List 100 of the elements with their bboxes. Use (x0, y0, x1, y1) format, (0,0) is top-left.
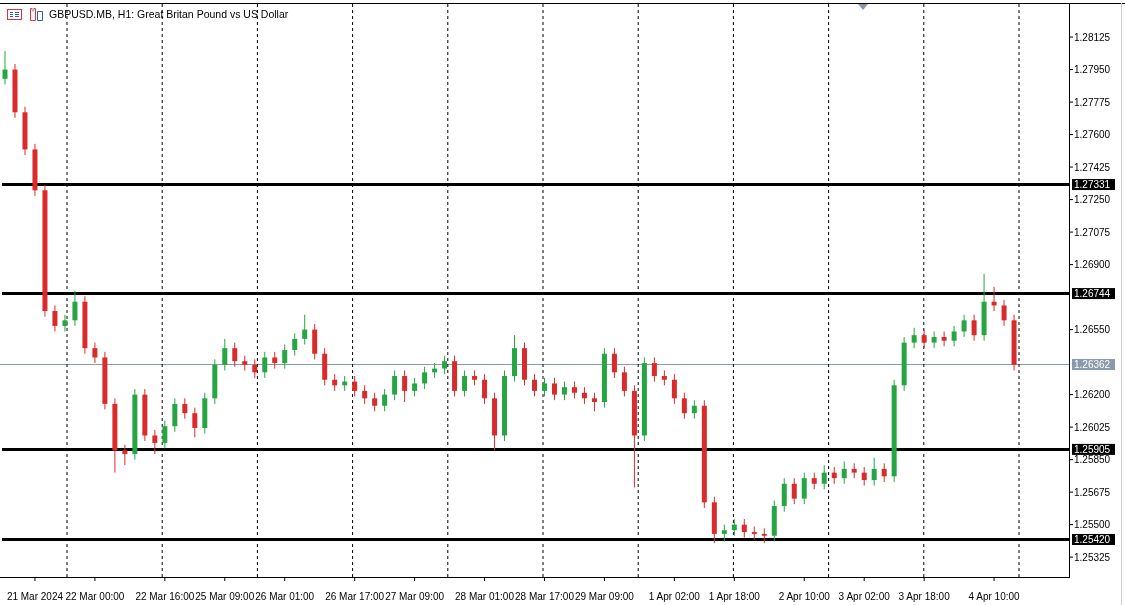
time-tick: 1 Apr 18:00 (708, 591, 760, 602)
time-tick: 28 Mar 01:00 (455, 591, 514, 602)
candle (901, 336, 907, 392)
chart-title: GBPUSD.MB, H1: Great Britan Pound vs US Dollar (49, 8, 289, 20)
candle (492, 392, 498, 451)
candle (651, 356, 657, 383)
list-icon[interactable] (7, 9, 22, 20)
time-tick: 28 Mar 17:00 (515, 591, 574, 602)
candle (362, 384, 368, 405)
candle (1001, 299, 1007, 327)
horizontal-line[interactable] (2, 292, 1069, 296)
price-tick: 1.25325 (1074, 551, 1111, 563)
time-tick: 2 Apr 10:00 (778, 591, 830, 602)
candle (871, 457, 877, 487)
chart-icon[interactable] (30, 7, 43, 21)
candle (102, 351, 108, 410)
candle (681, 392, 687, 420)
candle (82, 295, 88, 355)
candle (62, 314, 68, 332)
candle (392, 369, 398, 401)
candle (142, 388, 148, 442)
candle (122, 444, 128, 466)
candle (12, 63, 18, 119)
candle (202, 392, 208, 435)
candle (252, 358, 258, 379)
candle (462, 369, 468, 397)
candle (212, 358, 218, 405)
candle (232, 342, 238, 368)
price-tick: 1.26200 (1074, 389, 1111, 401)
candle (152, 429, 158, 455)
price-label: 1.27331 (1072, 179, 1115, 191)
candle (951, 325, 957, 347)
candle (172, 397, 178, 433)
candle (512, 334, 517, 383)
candle (691, 399, 697, 420)
candle (961, 314, 967, 338)
candle (542, 377, 547, 397)
candle (332, 373, 338, 392)
time-tick: 22 Mar 16:00 (135, 591, 195, 602)
price-label: 1.25420 (1072, 534, 1115, 545)
candle (532, 373, 537, 397)
candle (452, 355, 458, 397)
price-tick: 1.25850 (1074, 454, 1111, 466)
candle (222, 338, 228, 371)
price-tick: 1.26025 (1074, 421, 1111, 433)
price-tick: 1.27775 (1074, 96, 1111, 108)
time-tick: 4 Apr 10:00 (968, 591, 1020, 602)
candle (731, 518, 737, 537)
candle (971, 314, 977, 342)
candle (52, 304, 58, 332)
candle (192, 407, 198, 438)
candle (921, 329, 927, 349)
candle (721, 524, 727, 542)
candle (402, 369, 408, 403)
price-tick: 1.27075 (1074, 226, 1111, 238)
candle (781, 477, 787, 513)
candle (861, 466, 867, 487)
candle (811, 472, 817, 490)
candle (22, 106, 28, 156)
time-tick: 27 Mar 09:00 (385, 591, 445, 602)
candle (372, 392, 378, 412)
candle (32, 143, 38, 197)
candle (801, 472, 807, 505)
candle (432, 362, 438, 379)
candle (272, 351, 278, 370)
candle (591, 392, 597, 412)
horizontal-line[interactable] (2, 183, 1069, 187)
time-tick: 26 Mar 17:00 (325, 591, 385, 602)
candle (382, 388, 388, 412)
candle (561, 381, 567, 401)
candle (601, 347, 607, 409)
candle (322, 347, 328, 386)
candle (711, 496, 717, 544)
candle (472, 369, 478, 386)
candle (92, 342, 98, 364)
candle (851, 462, 857, 479)
horizontal-line[interactable] (2, 447, 1069, 451)
candle (581, 386, 587, 405)
time-tick: 25 Mar 09:00 (195, 591, 255, 602)
candle (671, 373, 677, 405)
candle (1011, 314, 1017, 371)
candle (611, 347, 617, 379)
candle (741, 518, 747, 539)
candle (981, 273, 987, 342)
price-tick: 1.25500 (1074, 519, 1111, 531)
time-tick: 21 Mar 2024 (6, 591, 64, 602)
candle (442, 355, 448, 375)
candle (262, 351, 268, 379)
candle (302, 314, 308, 345)
time-tick: 3 Apr 18:00 (898, 591, 950, 602)
candle (282, 343, 288, 370)
candle (991, 286, 997, 312)
price-tick: 1.26550 (1074, 324, 1111, 336)
candle (182, 397, 188, 420)
marker-icon[interactable] (858, 4, 868, 10)
candle (352, 375, 358, 397)
candle (911, 327, 917, 349)
price-tick: 1.25675 (1074, 486, 1111, 498)
candle (242, 355, 248, 371)
candle (312, 323, 318, 360)
